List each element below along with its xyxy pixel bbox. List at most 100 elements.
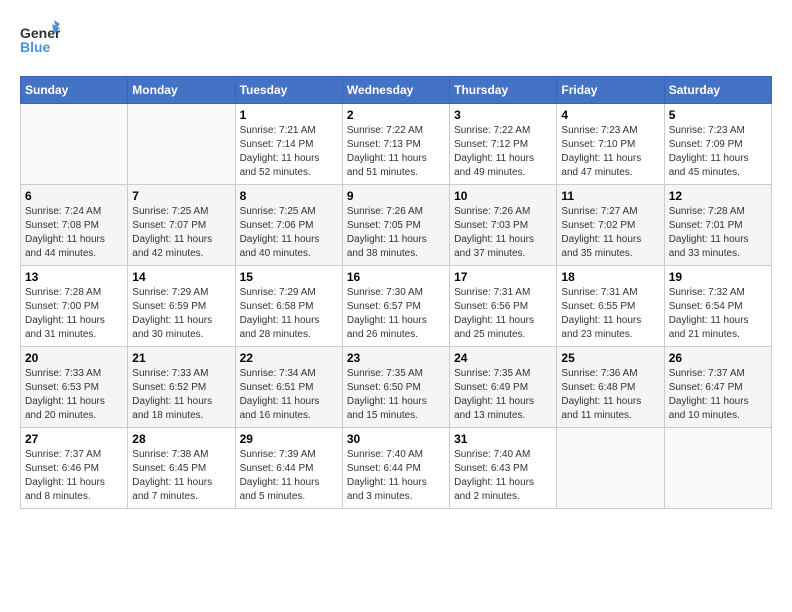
day-number: 10 (454, 189, 552, 203)
day-number: 30 (347, 432, 445, 446)
logo-icon: General Blue (20, 20, 60, 60)
day-number: 6 (25, 189, 123, 203)
day-info: Sunrise: 7:35 AM Sunset: 6:50 PM Dayligh… (347, 367, 445, 423)
day-info: Sunrise: 7:23 AM Sunset: 7:09 PM Dayligh… (669, 124, 767, 180)
weekday-header-saturday: Saturday (664, 77, 771, 104)
calendar-table: SundayMondayTuesdayWednesdayThursdayFrid… (20, 76, 772, 509)
calendar-cell: 26 Sunrise: 7:37 AM Sunset: 6:47 PM Dayli… (664, 347, 771, 428)
calendar-cell: 7 Sunrise: 7:25 AM Sunset: 7:07 PM Daylig… (128, 185, 235, 266)
day-number: 19 (669, 270, 767, 284)
calendar-cell: 13 Sunrise: 7:28 AM Sunset: 7:00 PM Dayli… (21, 266, 128, 347)
calendar-cell: 18Sunrise: 7:31 AM Sunset: 6:55 PM Dayli… (557, 266, 664, 347)
day-number: 8 (240, 189, 338, 203)
day-info: Sunrise: 7:34 AM Sunset: 6:51 PM Dayligh… (240, 367, 338, 423)
calendar-cell (21, 104, 128, 185)
weekday-header-friday: Friday (557, 77, 664, 104)
day-info: Sunrise: 7:33 AM Sunset: 6:53 PM Dayligh… (25, 367, 123, 423)
calendar-cell: 29Sunrise: 7:39 AM Sunset: 6:44 PM Dayli… (235, 428, 342, 509)
week-row-1: 1Sunrise: 7:21 AM Sunset: 7:14 PM Daylig… (21, 104, 772, 185)
day-info: Sunrise: 7:32 AM Sunset: 6:54 PM Dayligh… (669, 286, 767, 342)
calendar-cell: 14Sunrise: 7:29 AM Sunset: 6:59 PM Dayli… (128, 266, 235, 347)
day-info: Sunrise: 7:40 AM Sunset: 6:44 PM Dayligh… (347, 448, 445, 504)
day-info: Sunrise: 7:27 AM Sunset: 7:02 PM Dayligh… (561, 205, 659, 261)
day-info: Sunrise: 7:29 AM Sunset: 6:59 PM Dayligh… (132, 286, 230, 342)
calendar-cell: 2 Sunrise: 7:22 AM Sunset: 7:13 PM Daylig… (342, 104, 449, 185)
day-info: Sunrise: 7:23 AM Sunset: 7:10 PM Dayligh… (561, 124, 659, 180)
day-info: Sunrise: 7:35 AM Sunset: 6:49 PM Dayligh… (454, 367, 552, 423)
day-number: 31 (454, 432, 552, 446)
calendar-cell: 5 Sunrise: 7:23 AM Sunset: 7:09 PM Daylig… (664, 104, 771, 185)
day-info: Sunrise: 7:26 AM Sunset: 7:03 PM Dayligh… (454, 205, 552, 261)
calendar-cell (664, 428, 771, 509)
calendar-cell: 28 Sunrise: 7:38 AM Sunset: 6:45 PM Dayli… (128, 428, 235, 509)
generalblue-logo-icon: General Blue (20, 20, 60, 60)
calendar-cell: 19 Sunrise: 7:32 AM Sunset: 6:54 PM Dayli… (664, 266, 771, 347)
day-info: Sunrise: 7:25 AM Sunset: 7:07 PM Dayligh… (132, 205, 230, 261)
calendar-cell: 30 Sunrise: 7:40 AM Sunset: 6:44 PM Dayli… (342, 428, 449, 509)
calendar-cell (128, 104, 235, 185)
calendar-cell: 22 Sunrise: 7:34 AM Sunset: 6:51 PM Dayli… (235, 347, 342, 428)
weekday-header-thursday: Thursday (450, 77, 557, 104)
day-number: 17 (454, 270, 552, 284)
calendar-cell: 20 Sunrise: 7:33 AM Sunset: 6:53 PM Dayli… (21, 347, 128, 428)
day-number: 1 (240, 108, 338, 122)
calendar-cell: 17 Sunrise: 7:31 AM Sunset: 6:56 PM Dayli… (450, 266, 557, 347)
day-number: 7 (132, 189, 230, 203)
day-number: 26 (669, 351, 767, 365)
day-number: 27 (25, 432, 123, 446)
calendar-cell: 3 Sunrise: 7:22 AM Sunset: 7:12 PM Daylig… (450, 104, 557, 185)
week-row-5: 27 Sunrise: 7:37 AM Sunset: 6:46 PM Dayli… (21, 428, 772, 509)
day-number: 20 (25, 351, 123, 365)
day-info: Sunrise: 7:25 AM Sunset: 7:06 PM Dayligh… (240, 205, 338, 261)
day-info: Sunrise: 7:36 AM Sunset: 6:48 PM Dayligh… (561, 367, 659, 423)
day-number: 22 (240, 351, 338, 365)
day-info: Sunrise: 7:38 AM Sunset: 6:45 PM Dayligh… (132, 448, 230, 504)
week-row-3: 13 Sunrise: 7:28 AM Sunset: 7:00 PM Dayli… (21, 266, 772, 347)
day-number: 28 (132, 432, 230, 446)
calendar-cell: 21Sunrise: 7:33 AM Sunset: 6:52 PM Dayli… (128, 347, 235, 428)
day-number: 23 (347, 351, 445, 365)
day-info: Sunrise: 7:37 AM Sunset: 6:47 PM Dayligh… (669, 367, 767, 423)
calendar-cell: 1Sunrise: 7:21 AM Sunset: 7:14 PM Daylig… (235, 104, 342, 185)
day-number: 3 (454, 108, 552, 122)
day-info: Sunrise: 7:37 AM Sunset: 6:46 PM Dayligh… (25, 448, 123, 504)
logo: General Blue (20, 20, 60, 60)
day-number: 5 (669, 108, 767, 122)
day-info: Sunrise: 7:22 AM Sunset: 7:12 PM Dayligh… (454, 124, 552, 180)
calendar-cell: 10 Sunrise: 7:26 AM Sunset: 7:03 PM Dayli… (450, 185, 557, 266)
calendar-cell: 11 Sunrise: 7:27 AM Sunset: 7:02 PM Dayli… (557, 185, 664, 266)
day-number: 9 (347, 189, 445, 203)
svg-text:Blue: Blue (20, 39, 51, 55)
day-number: 13 (25, 270, 123, 284)
day-info: Sunrise: 7:30 AM Sunset: 6:57 PM Dayligh… (347, 286, 445, 342)
day-number: 25 (561, 351, 659, 365)
day-info: Sunrise: 7:22 AM Sunset: 7:13 PM Dayligh… (347, 124, 445, 180)
calendar-cell: 9Sunrise: 7:26 AM Sunset: 7:05 PM Daylig… (342, 185, 449, 266)
calendar-cell: 25 Sunrise: 7:36 AM Sunset: 6:48 PM Dayli… (557, 347, 664, 428)
day-info: Sunrise: 7:31 AM Sunset: 6:56 PM Dayligh… (454, 286, 552, 342)
calendar-cell: 27 Sunrise: 7:37 AM Sunset: 6:46 PM Dayli… (21, 428, 128, 509)
day-number: 18 (561, 270, 659, 284)
calendar-cell: 4Sunrise: 7:23 AM Sunset: 7:10 PM Daylig… (557, 104, 664, 185)
weekday-header-wednesday: Wednesday (342, 77, 449, 104)
day-number: 2 (347, 108, 445, 122)
calendar-cell: 6 Sunrise: 7:24 AM Sunset: 7:08 PM Daylig… (21, 185, 128, 266)
day-info: Sunrise: 7:28 AM Sunset: 7:00 PM Dayligh… (25, 286, 123, 342)
calendar-cell: 24 Sunrise: 7:35 AM Sunset: 6:49 PM Dayli… (450, 347, 557, 428)
day-number: 12 (669, 189, 767, 203)
page-header: General Blue (20, 20, 772, 60)
day-info: Sunrise: 7:28 AM Sunset: 7:01 PM Dayligh… (669, 205, 767, 261)
day-number: 29 (240, 432, 338, 446)
calendar-cell: 31 Sunrise: 7:40 AM Sunset: 6:43 PM Dayli… (450, 428, 557, 509)
calendar-cell: 16Sunrise: 7:30 AM Sunset: 6:57 PM Dayli… (342, 266, 449, 347)
day-info: Sunrise: 7:33 AM Sunset: 6:52 PM Dayligh… (132, 367, 230, 423)
day-info: Sunrise: 7:24 AM Sunset: 7:08 PM Dayligh… (25, 205, 123, 261)
calendar-cell: 12 Sunrise: 7:28 AM Sunset: 7:01 PM Dayli… (664, 185, 771, 266)
week-row-2: 6 Sunrise: 7:24 AM Sunset: 7:08 PM Daylig… (21, 185, 772, 266)
calendar-cell: 8 Sunrise: 7:25 AM Sunset: 7:06 PM Daylig… (235, 185, 342, 266)
calendar-cell: 15Sunrise: 7:29 AM Sunset: 6:58 PM Dayli… (235, 266, 342, 347)
day-number: 11 (561, 189, 659, 203)
weekday-header-row: SundayMondayTuesdayWednesdayThursdayFrid… (21, 77, 772, 104)
day-number: 24 (454, 351, 552, 365)
day-info: Sunrise: 7:40 AM Sunset: 6:43 PM Dayligh… (454, 448, 552, 504)
